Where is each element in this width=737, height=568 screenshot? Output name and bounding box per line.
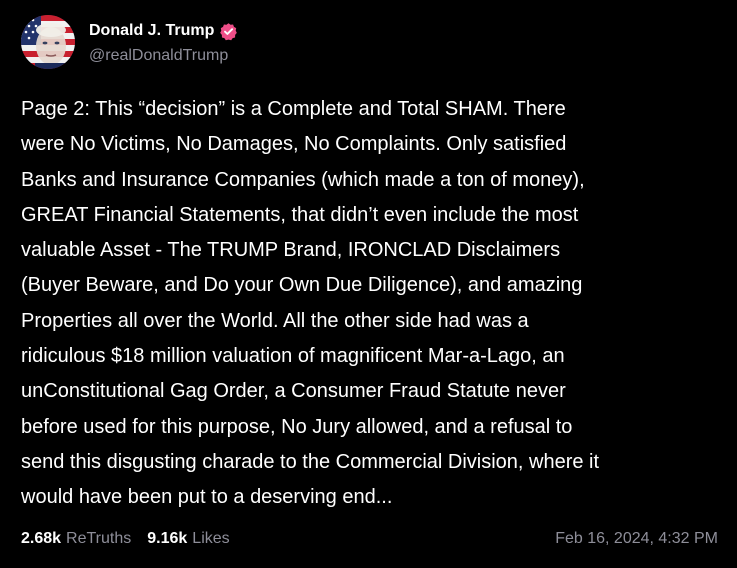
post-body-text: Page 2: This “decision” is a Complete an… (21, 98, 600, 509)
retruths-stat[interactable]: 2.68k ReTruths (21, 530, 131, 548)
likes-stat[interactable]: 9.16k Likes (147, 530, 229, 548)
likes-label: Likes (192, 530, 230, 547)
post-card: Donald J. Trump @realDonaldTrump Page 2:… (0, 0, 737, 568)
verified-badge-icon (220, 22, 238, 40)
author-name-row: Donald J. Trump (89, 19, 238, 43)
author-display-name[interactable]: Donald J. Trump (89, 22, 214, 40)
likes-count: 9.16k (147, 530, 188, 547)
avatar-image (21, 15, 75, 69)
retruths-count: 2.68k (21, 530, 62, 547)
author-info: Donald J. Trump @realDonaldTrump (89, 19, 238, 65)
avatar[interactable] (21, 15, 75, 69)
post-header: Donald J. Trump @realDonaldTrump (21, 15, 238, 69)
author-handle[interactable]: @realDonaldTrump (89, 47, 238, 65)
post-timestamp[interactable]: Feb 16, 2024, 4:32 PM (555, 530, 718, 548)
retruths-label: ReTruths (66, 530, 132, 547)
post-footer: 2.68k ReTruths 9.16k Likes Feb 16, 2024,… (21, 528, 718, 550)
